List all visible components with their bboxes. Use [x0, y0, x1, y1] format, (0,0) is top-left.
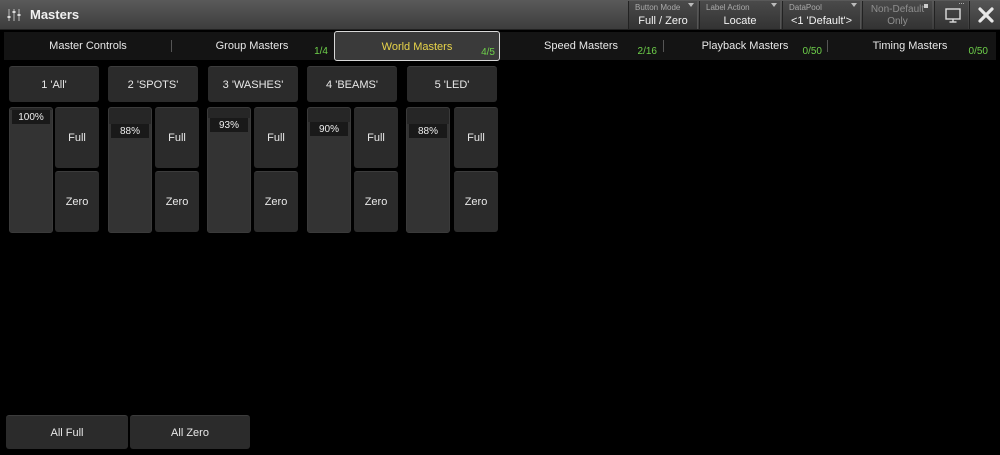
- fader-percent: 88%: [119, 126, 140, 137]
- full-button-1[interactable]: Full: [55, 107, 99, 168]
- full-button-5[interactable]: Full: [454, 107, 498, 168]
- monitor-icon: [945, 8, 961, 23]
- tab-label: World Masters: [381, 41, 453, 53]
- button-mode-value: Full / Zero: [638, 15, 688, 27]
- zero-button-5[interactable]: Zero: [454, 171, 498, 232]
- non-default-only-toggle[interactable]: Non-Default Only: [862, 1, 932, 29]
- title-bar: Masters Button Mode Full / Zero Label Ac…: [0, 0, 1000, 30]
- master-fader-5[interactable]: 88%: [406, 107, 450, 233]
- datapool-button[interactable]: DataPool <1 'Default'>: [782, 1, 861, 29]
- zero-button-2[interactable]: Zero: [155, 171, 199, 232]
- tab-speed-masters[interactable]: Speed Masters 2/16: [501, 32, 661, 60]
- fader-fill: [308, 122, 350, 232]
- only-label: Only: [887, 16, 908, 27]
- button-mode-label: Button Mode: [635, 3, 681, 12]
- fader-percent: 100%: [18, 112, 44, 123]
- close-icon: [978, 7, 994, 23]
- zero-button-4[interactable]: Zero: [354, 171, 398, 232]
- close-button[interactable]: [969, 1, 1000, 29]
- master-header-2[interactable]: 2 'SPOTS': [108, 66, 198, 102]
- tab-bar: Master Controls Group Masters 1/4 World …: [4, 31, 996, 61]
- master-header-3[interactable]: 3 'WASHES': [208, 66, 298, 102]
- full-button-2[interactable]: Full: [155, 107, 199, 168]
- master-header-4[interactable]: 4 'BEAMS': [307, 66, 397, 102]
- fader-percent: 93%: [218, 120, 239, 131]
- master-header-1[interactable]: 1 'All': [9, 66, 99, 102]
- button-mode-button[interactable]: Button Mode Full / Zero: [628, 1, 698, 29]
- tab-label: Group Masters: [215, 40, 289, 52]
- master-fader-1[interactable]: 100%: [9, 107, 53, 233]
- tab-label: Timing Masters: [872, 40, 948, 52]
- datapool-value: <1 'Default'>: [790, 15, 853, 27]
- all-full-button[interactable]: All Full: [6, 415, 128, 449]
- tab-timing-masters[interactable]: Timing Masters 0/50: [828, 32, 992, 60]
- zero-button-3[interactable]: Zero: [254, 171, 298, 232]
- zero-button-1[interactable]: Zero: [55, 171, 99, 232]
- tab-count: 4/5: [481, 47, 495, 58]
- dropdown-arrow-icon: [771, 3, 777, 7]
- fader-fill: [10, 110, 52, 232]
- tab-count: 0/50: [968, 46, 988, 57]
- master-fader-3[interactable]: 93%: [207, 107, 251, 233]
- tab-group-masters[interactable]: Group Masters 1/4: [172, 32, 332, 60]
- label-action-value: Locate: [723, 15, 757, 27]
- label-action-label: Label Action: [706, 3, 750, 12]
- fader-percent: 88%: [417, 126, 438, 137]
- non-default-label: Non-Default: [870, 4, 925, 15]
- more-dots-icon: ···: [958, 0, 965, 8]
- tab-world-masters[interactable]: World Masters 4/5: [334, 31, 500, 61]
- master-fader-2[interactable]: 88%: [108, 107, 152, 233]
- tab-master-controls[interactable]: Master Controls: [6, 32, 170, 60]
- tab-count: 0/50: [802, 46, 822, 57]
- tab-count: 2/16: [637, 46, 657, 57]
- tab-playback-masters[interactable]: Playback Masters 0/50: [664, 32, 826, 60]
- full-button-4[interactable]: Full: [354, 107, 398, 168]
- tab-count: 1/4: [314, 46, 328, 57]
- all-zero-button[interactable]: All Zero: [130, 415, 250, 449]
- datapool-label: DataPool: [789, 3, 822, 12]
- full-button-3[interactable]: Full: [254, 107, 298, 168]
- tab-label: Master Controls: [49, 40, 127, 52]
- fader-fill: [208, 118, 250, 232]
- dropdown-arrow-icon: [851, 3, 857, 7]
- label-action-button[interactable]: Label Action Locate: [699, 1, 781, 29]
- faders-icon: [6, 7, 22, 23]
- master-header-5[interactable]: 5 'LED': [407, 66, 497, 102]
- window-title: Masters: [30, 7, 80, 22]
- fader-percent: 90%: [318, 124, 339, 135]
- dropdown-arrow-icon: [688, 3, 694, 7]
- fader-fill: [407, 124, 449, 232]
- master-fader-4[interactable]: 90%: [307, 107, 351, 233]
- monitor-button[interactable]: ···: [934, 0, 968, 29]
- fader-fill: [109, 124, 151, 232]
